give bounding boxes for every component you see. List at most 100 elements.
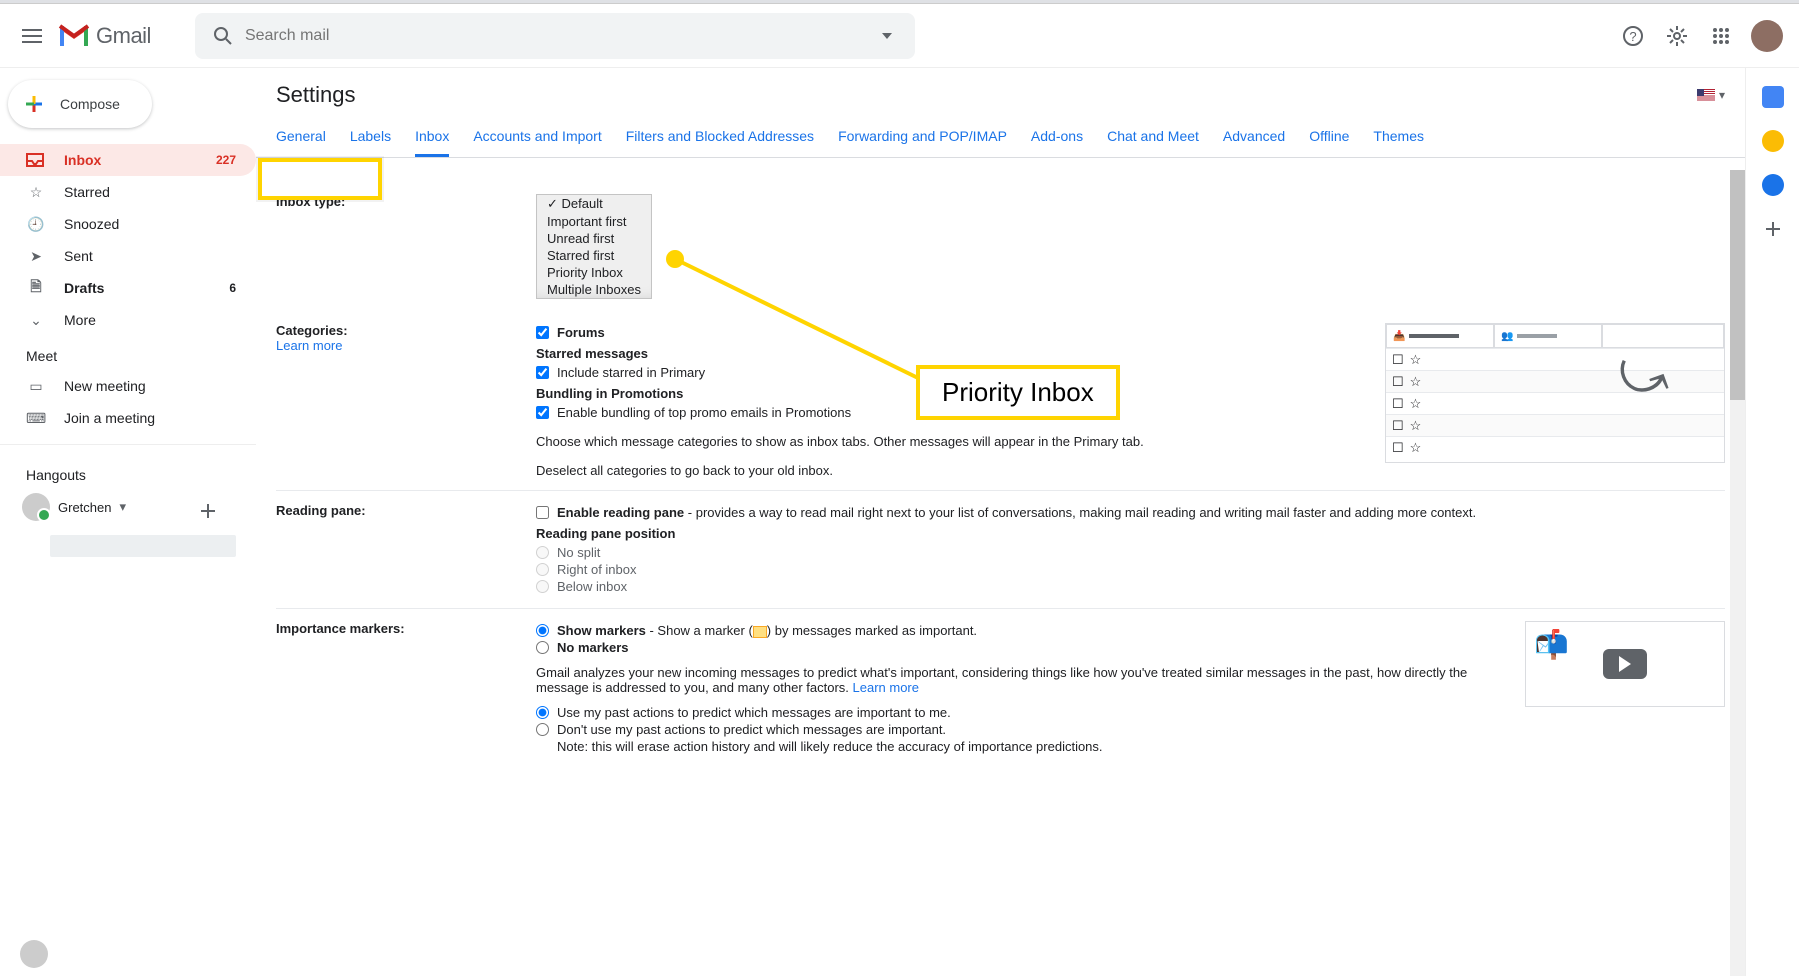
tab-chat[interactable]: Chat and Meet	[1107, 118, 1199, 157]
settings-button[interactable]	[1655, 14, 1699, 58]
caret-down-icon[interactable]: ▾	[119, 499, 126, 515]
us-flag-icon	[1697, 89, 1715, 101]
hangouts-heading: Hangouts	[0, 455, 256, 489]
use-past-actions-radio[interactable]	[536, 706, 549, 719]
tab-advanced[interactable]: Advanced	[1223, 118, 1285, 157]
get-addons-button[interactable]	[1762, 218, 1784, 240]
nav-drafts-count: 6	[229, 281, 236, 295]
search-options-button[interactable]	[865, 33, 909, 39]
nav-sent[interactable]: ➤ Sent	[0, 240, 256, 272]
bundling-label: Enable bundling of top promo emails in P…	[557, 405, 851, 420]
reading-pane-no-split-label: No split	[557, 545, 600, 560]
keyboard-icon: ⌨	[26, 410, 46, 427]
reading-pane-right-label: Right of inbox	[557, 562, 637, 577]
bundling-checkbox[interactable]	[536, 406, 549, 419]
input-tools-button[interactable]: ▾	[1697, 88, 1725, 102]
bundling-heading: Bundling in Promotions	[536, 386, 1365, 401]
tab-labels[interactable]: Labels	[350, 118, 391, 157]
search-input[interactable]	[245, 27, 865, 45]
gmail-logo[interactable]: Gmail	[56, 22, 151, 50]
compose-button[interactable]: Compose	[8, 80, 152, 128]
star-icon: ☆	[26, 184, 46, 201]
new-hangout-button[interactable]	[188, 491, 228, 531]
gear-icon	[1666, 25, 1688, 47]
search-button[interactable]	[201, 14, 245, 58]
tab-forwarding[interactable]: Forwarding and POP/IMAP	[838, 118, 1007, 157]
tab-offline[interactable]: Offline	[1309, 118, 1349, 157]
meet-join-label: Join a meeting	[64, 410, 155, 426]
tab-accounts[interactable]: Accounts and Import	[473, 118, 601, 157]
tab-filters[interactable]: Filters and Blocked Addresses	[626, 118, 814, 157]
nav-drafts[interactable]: 🗎 Drafts 6	[0, 272, 256, 304]
keep-addon-button[interactable]	[1762, 130, 1784, 152]
caret-down-icon: ▾	[1719, 88, 1725, 102]
tab-themes[interactable]: Themes	[1373, 118, 1424, 157]
tab-inbox[interactable]: Inbox	[415, 118, 449, 157]
enable-reading-pane-rest: - provides a way to read mail right next…	[684, 505, 1476, 520]
option-multiple-inboxes[interactable]: Multiple Inboxes	[537, 281, 651, 298]
option-important-first[interactable]: Important first	[537, 213, 651, 230]
show-markers-radio[interactable]	[536, 624, 549, 637]
account-avatar[interactable]	[1751, 20, 1783, 52]
settings-body[interactable]: Inbox type: Default Important first Unre…	[256, 170, 1745, 976]
inbox-type-label: Inbox type:	[276, 194, 536, 299]
option-priority-inbox[interactable]: Priority Inbox	[537, 264, 651, 281]
hamburger-icon	[22, 29, 42, 43]
main-panel: Settings ▾ General Labels Inbox Accounts…	[256, 68, 1745, 976]
gmail-logo-icon	[56, 22, 92, 50]
caret-down-icon	[882, 33, 892, 39]
hangout-contact-avatar[interactable]	[20, 940, 48, 968]
settings-tabs: General Labels Inbox Accounts and Import…	[256, 118, 1745, 158]
compose-label: Compose	[60, 96, 120, 112]
no-markers-radio[interactable]	[536, 641, 549, 654]
calendar-addon-button[interactable]	[1762, 86, 1784, 108]
importance-markers-label: Importance markers:	[276, 621, 536, 754]
tab-addons[interactable]: Add-ons	[1031, 118, 1083, 157]
tab-general[interactable]: General	[276, 118, 326, 157]
option-unread-first[interactable]: Unread first	[537, 230, 651, 247]
option-starred-first[interactable]: Starred first	[537, 247, 651, 264]
svg-text:?: ?	[1629, 29, 1636, 44]
scrollbar-thumb[interactable]	[1730, 170, 1745, 400]
nav-starred[interactable]: ☆ Starred	[0, 176, 256, 208]
nav-sent-label: Sent	[64, 248, 93, 264]
search-bar[interactable]	[195, 13, 915, 59]
nav-more[interactable]: ⌄ More	[0, 304, 256, 336]
nav-snoozed[interactable]: 🕘 Snoozed	[0, 208, 256, 240]
nav-inbox[interactable]: Inbox 227	[0, 144, 256, 176]
page-title: Settings	[276, 82, 356, 108]
plus-icon	[198, 501, 218, 521]
importance-marker-icon	[753, 626, 767, 638]
support-button[interactable]: ?	[1611, 14, 1655, 58]
main-menu-button[interactable]	[8, 12, 56, 60]
enable-reading-pane-lead: Enable reading pane	[557, 505, 684, 520]
use-past-actions-label: Use my past actions to predict which mes…	[557, 705, 951, 720]
scrollbar-track[interactable]	[1730, 170, 1745, 976]
meet-new[interactable]: ▭ New meeting	[0, 370, 256, 402]
categories-help-1: Choose which message categories to show …	[536, 434, 1365, 449]
include-starred-checkbox[interactable]	[536, 366, 549, 379]
inbox-type-select[interactable]: Default Important first Unread first Sta…	[536, 194, 652, 299]
search-icon	[213, 26, 233, 46]
show-markers-lead: Show markers	[557, 623, 646, 638]
categories-label: Categories:	[276, 323, 348, 338]
nav-more-label: More	[64, 312, 96, 328]
categories-learn-more[interactable]: Learn more	[276, 338, 342, 353]
meet-join[interactable]: ⌨ Join a meeting	[0, 402, 256, 434]
tab-preview: 📥 👥 ☐☆ ☐☆ ☐☆ ☐☆ ☐☆ ⤻	[1385, 323, 1725, 463]
dont-use-past-actions-radio[interactable]	[536, 723, 549, 736]
dont-use-past-actions-label: Don't use my past actions to predict whi…	[557, 722, 946, 737]
google-apps-button[interactable]	[1699, 14, 1743, 58]
nav-starred-label: Starred	[64, 184, 110, 200]
reading-pane-position-heading: Reading pane position	[536, 526, 1725, 541]
inbox-icon	[26, 153, 46, 167]
category-forums-checkbox[interactable]	[536, 326, 549, 339]
importance-analyze-text: Gmail analyzes your new incoming message…	[536, 665, 1467, 695]
app-header: Gmail ?	[0, 4, 1799, 68]
importance-learn-more[interactable]: Learn more	[853, 680, 919, 695]
option-default[interactable]: Default	[537, 195, 651, 213]
enable-reading-pane-checkbox[interactable]	[536, 506, 549, 519]
tasks-addon-button[interactable]	[1762, 174, 1784, 196]
compose-plus-icon	[22, 92, 46, 116]
importance-video-thumbnail[interactable]: 📬	[1525, 621, 1725, 707]
